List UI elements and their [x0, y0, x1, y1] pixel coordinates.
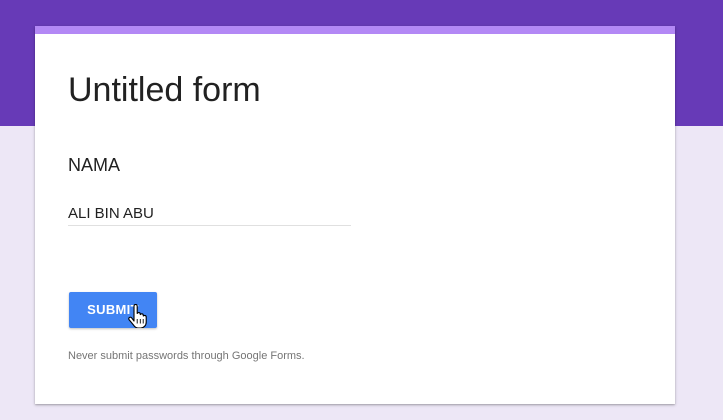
submit-button[interactable]: SUBMIT — [69, 292, 157, 328]
form-card: Untitled form NAMA SUBMIT Never submit p… — [35, 26, 675, 404]
answer-input[interactable] — [68, 201, 351, 226]
form-title: Untitled form — [68, 71, 261, 109]
password-disclaimer: Never submit passwords through Google Fo… — [68, 350, 305, 362]
question-label: NAMA — [68, 155, 121, 175]
card-accent-bar — [35, 26, 675, 34]
